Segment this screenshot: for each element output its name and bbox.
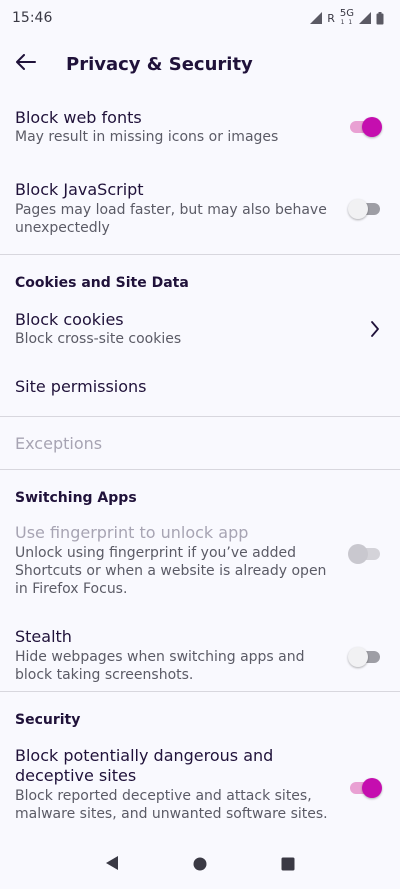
stealth-row[interactable]: Stealth Hide webpages when switching app… (0, 610, 400, 691)
stealth-subtitle-1: Hide webpages when switching apps and (15, 649, 305, 665)
exceptions-title: Exceptions (15, 434, 103, 453)
nav-home-button[interactable] (180, 845, 220, 885)
safe-browsing-row[interactable]: Block potentially dangerous and deceptiv… (0, 732, 400, 832)
fingerprint-title: Use fingerprint to unlock app (15, 523, 249, 542)
status-bar: 15:46 R 5G 1 1 (0, 0, 400, 36)
signal-icon (310, 12, 323, 24)
stealth-title: Stealth (15, 627, 72, 646)
block-cookies-subtitle: Block cross-site cookies (15, 331, 182, 347)
switching-apps-header: Switching Apps (15, 490, 137, 506)
safe-browsing-subtitle-1: Block reported deceptive and attack site… (15, 788, 312, 804)
arrow-back-icon (16, 54, 36, 74)
block-web-fonts-subtitle: May result in missing icons or images (15, 129, 279, 145)
fingerprint-subtitle-1: Unlock using fingerprint if you’ve added (15, 545, 297, 561)
chevron-right-icon (370, 321, 380, 341)
status-icons: R 5G 1 1 (310, 9, 384, 27)
cookies-section-header: Cookies and Site Data (15, 275, 189, 291)
fingerprint-subtitle-3: in Firefox Focus. (15, 581, 128, 597)
page-title: Privacy & Security (66, 53, 253, 75)
fingerprint-toggle (348, 544, 382, 564)
exceptions-row: Exceptions (0, 417, 400, 469)
stealth-subtitle-2: block taking screenshots. (15, 667, 194, 683)
app-bar: Privacy & Security (0, 36, 400, 92)
square-recents-icon (281, 856, 295, 875)
safe-browsing-subtitle-2: malware sites, and unwanted software sit… (15, 806, 328, 822)
stealth-toggle[interactable] (348, 647, 382, 667)
network-label: 5G (339, 8, 354, 19)
nav-back-button[interactable] (92, 845, 132, 885)
block-web-fonts-row[interactable]: Block web fonts May result in missing ic… (0, 92, 400, 164)
site-permissions-title: Site permissions (15, 377, 147, 396)
back-button[interactable] (0, 36, 52, 92)
fingerprint-row: Use fingerprint to unlock app Unlock usi… (0, 510, 400, 610)
block-javascript-subtitle-2: unexpectedly (15, 220, 110, 236)
nav-recents-button[interactable] (268, 845, 308, 885)
signal-2-icon (359, 12, 371, 24)
network-type: 5G 1 1 (340, 9, 354, 27)
cookies-section: Cookies and Site Data (0, 255, 400, 295)
security-section: Security (0, 692, 400, 732)
circle-home-icon (193, 856, 207, 875)
site-permissions-row[interactable]: Site permissions (0, 361, 400, 416)
block-cookies-title: Block cookies (15, 310, 124, 329)
block-javascript-subtitle-1: Pages may load faster, but may also beha… (15, 202, 327, 218)
block-web-fonts-title: Block web fonts (15, 108, 142, 127)
block-javascript-row[interactable]: Block JavaScript Pages may load faster, … (0, 164, 400, 254)
network-activity: 1 1 (340, 19, 354, 26)
fingerprint-subtitle-2: Shortcuts or when a website is already o… (15, 563, 327, 579)
triangle-back-icon (105, 855, 119, 875)
block-javascript-toggle[interactable] (348, 199, 382, 219)
status-time: 15:46 (12, 10, 53, 26)
battery-icon (376, 11, 384, 25)
block-javascript-title: Block JavaScript (15, 180, 144, 199)
safe-browsing-title-2: deceptive sites (15, 766, 137, 785)
settings-list: Block web fonts May result in missing ic… (0, 92, 400, 832)
roaming-indicator: R (327, 11, 335, 25)
safe-browsing-toggle[interactable] (348, 778, 382, 798)
system-nav-bar (0, 841, 400, 889)
block-web-fonts-toggle[interactable] (348, 117, 382, 137)
block-cookies-row[interactable]: Block cookies Block cross-site cookies (0, 295, 400, 361)
switching-apps-section: Switching Apps (0, 470, 400, 510)
safe-browsing-title-1: Block potentially dangerous and (15, 746, 274, 765)
security-header: Security (15, 712, 81, 728)
